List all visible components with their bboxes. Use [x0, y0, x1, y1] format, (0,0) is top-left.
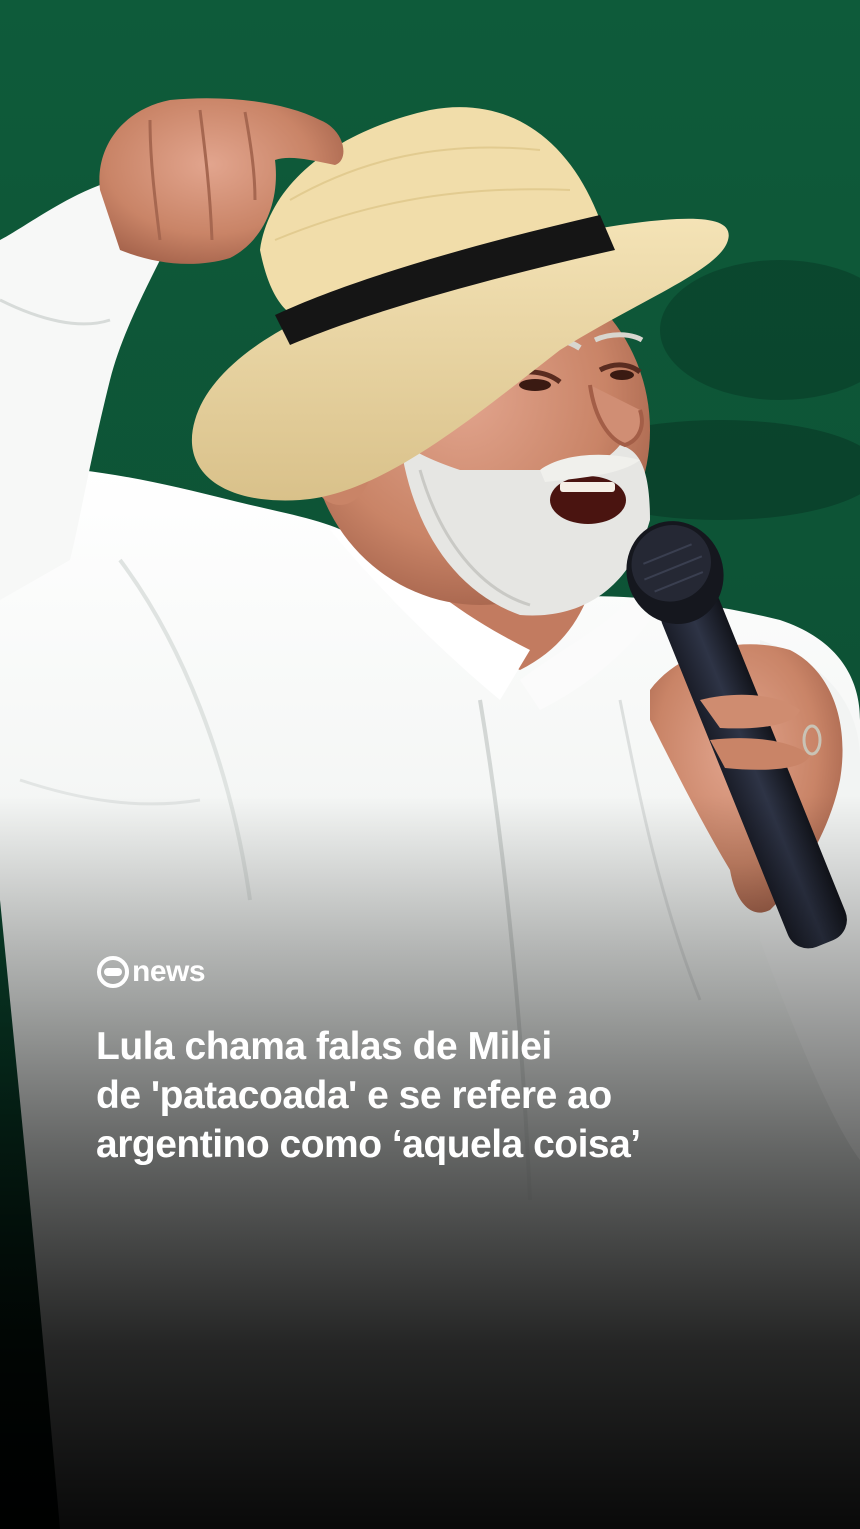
headline-line-3: argentino como ‘aquela coisa’ — [96, 1123, 641, 1166]
headline-line-1: Lula chama falas de Milei — [96, 1025, 552, 1068]
news-card: news Lula chama falas de Milei de 'patac… — [0, 0, 860, 1529]
headline-line-2: de 'patacoada' e se refere ao — [96, 1074, 612, 1117]
bottom-fade-overlay — [0, 0, 860, 1529]
brand-logo: news — [96, 955, 206, 989]
globo-logo-icon — [97, 956, 129, 988]
headline: Lula chama falas de Milei de 'patacoada'… — [96, 1022, 796, 1169]
brand-name: news — [132, 955, 206, 988]
